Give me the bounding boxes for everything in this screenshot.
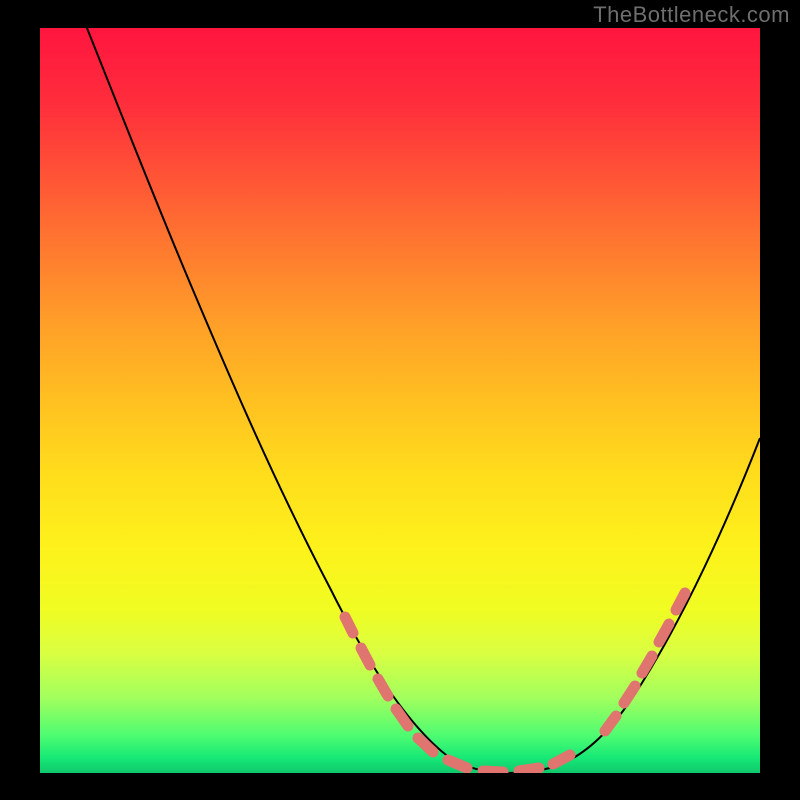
bottleneck-curve	[40, 28, 760, 773]
curve-path	[75, 28, 760, 773]
plot-area	[40, 28, 760, 773]
bottom-dash-2	[483, 771, 503, 772]
left-dash-4	[396, 709, 408, 726]
bottom-dash-4	[553, 755, 570, 764]
right-dash-1	[605, 716, 616, 731]
left-dash-2	[361, 648, 370, 665]
watermark-text: TheBottleneck.com	[593, 2, 790, 28]
chart-frame: TheBottleneck.com	[0, 0, 800, 800]
bottom-dash-1	[448, 760, 467, 768]
left-dash-1	[345, 617, 353, 633]
left-dash-3	[378, 679, 388, 696]
right-dash-2	[624, 686, 635, 703]
bottom-dash-3	[519, 768, 539, 771]
